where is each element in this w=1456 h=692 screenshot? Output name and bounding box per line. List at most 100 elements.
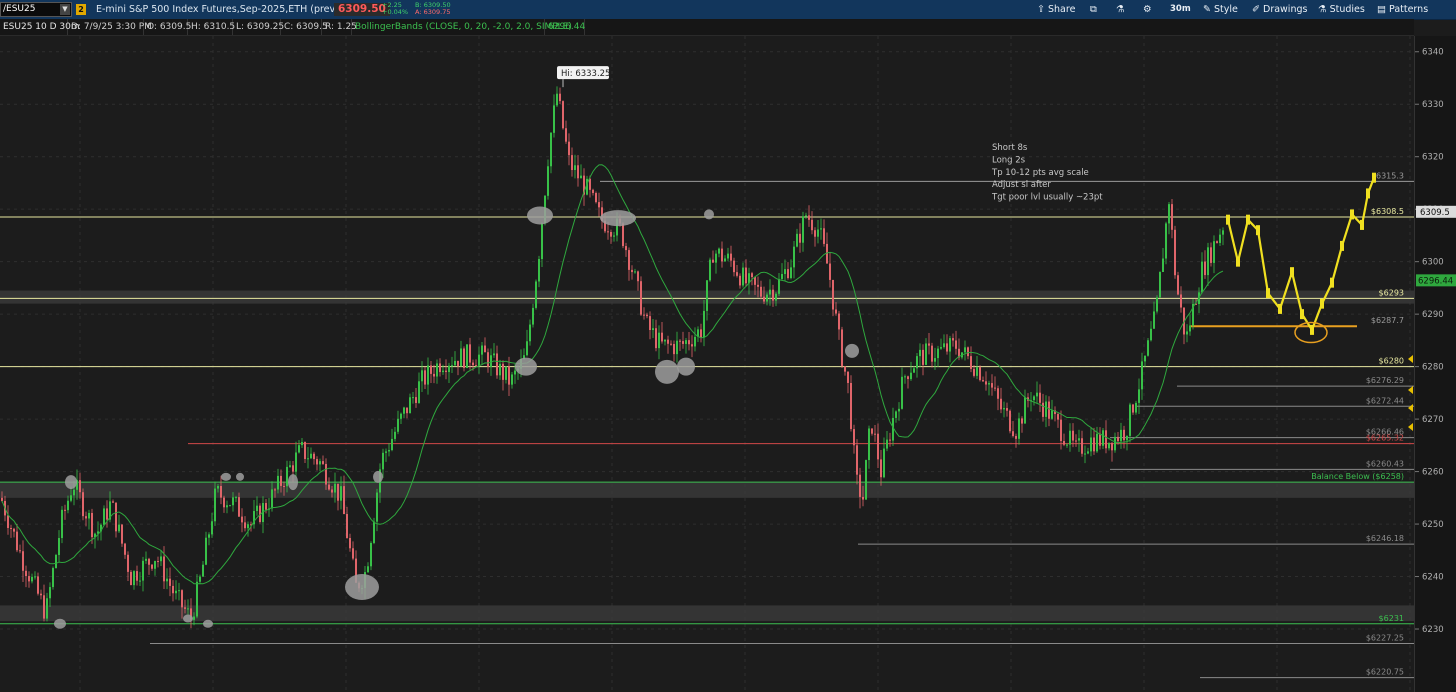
axis-tick-label: 6230 xyxy=(1422,625,1444,635)
candle-body xyxy=(1024,397,1026,424)
patterns-button[interactable]: ▤ Patterns xyxy=(1377,0,1428,19)
candle-body xyxy=(448,365,450,373)
candle-body xyxy=(796,233,798,247)
candle-body xyxy=(415,397,417,403)
candle-body xyxy=(1204,261,1206,276)
timeframe-button[interactable]: 30m xyxy=(1170,0,1191,19)
candle-body xyxy=(181,590,183,608)
candle-body xyxy=(7,515,9,528)
candle-body xyxy=(490,355,492,367)
candle-body xyxy=(760,286,762,297)
candle-body xyxy=(1039,392,1041,403)
link-group-badge[interactable]: 2 xyxy=(76,4,86,15)
high-label: Hi: 6333.25 xyxy=(561,69,610,79)
annotation-line: Long 2s xyxy=(992,155,1026,165)
candle-body xyxy=(244,522,246,529)
candle-body xyxy=(535,281,537,308)
candle-body xyxy=(577,165,579,179)
candle-body xyxy=(622,223,624,247)
chevron-down-icon[interactable]: ▼ xyxy=(60,4,70,15)
bar-close: C: 6309.5 xyxy=(281,19,328,35)
settings-button[interactable]: ⚙ xyxy=(1143,0,1152,19)
candle-body xyxy=(334,483,336,493)
symbol-selector[interactable]: /ESU25 ▼ xyxy=(0,2,72,17)
candle-body xyxy=(886,439,888,449)
price-axis[interactable]: 6340633063206310630062906280627062606250… xyxy=(1414,36,1456,692)
candle-body xyxy=(595,192,597,203)
candle-body xyxy=(130,571,132,586)
candle-body xyxy=(868,428,870,461)
candle-body xyxy=(325,463,327,485)
bar-high: H: 6310.5 xyxy=(188,19,235,35)
candle-body xyxy=(1000,398,1002,410)
candle-body xyxy=(217,486,219,489)
candle-body xyxy=(166,578,168,582)
candle-body xyxy=(1,497,3,501)
price-axis-badges: 6309.5 6296.44 xyxy=(1416,205,1456,287)
bar-low: L: 6309.25 xyxy=(233,19,284,35)
candle-body xyxy=(1153,311,1155,329)
candle-body xyxy=(865,460,867,500)
candle-body xyxy=(439,363,441,373)
candle-body xyxy=(43,595,45,619)
candle-body xyxy=(538,259,540,282)
studies-button[interactable]: ⚗ Studies xyxy=(1318,0,1365,19)
drawings-button[interactable]: ✐ Drawings xyxy=(1252,0,1307,19)
grey-volume-marker xyxy=(236,472,244,481)
candle-body xyxy=(802,216,804,243)
candle-body xyxy=(1060,419,1062,442)
candle-body xyxy=(172,585,174,594)
candle-body xyxy=(55,554,57,569)
projection-bar xyxy=(1320,298,1324,309)
candle-body xyxy=(286,466,288,487)
projection-path xyxy=(1226,177,1376,333)
grey-volume-marker xyxy=(221,472,231,481)
detach-button[interactable]: ⧉ xyxy=(1090,0,1097,19)
candle-body xyxy=(511,374,513,385)
candle-body xyxy=(709,259,711,281)
candle-body xyxy=(187,608,189,610)
grey-volume-marker xyxy=(655,359,679,384)
candle-body xyxy=(505,366,507,380)
candle-body xyxy=(574,165,576,171)
candle-body xyxy=(739,275,741,286)
style-button[interactable]: ✎ Style xyxy=(1203,0,1238,19)
candle-body xyxy=(1033,396,1035,401)
grey-volume-marker xyxy=(54,618,66,629)
candle-body xyxy=(241,516,243,523)
candle-body xyxy=(478,354,480,366)
candle-body xyxy=(541,223,543,260)
projection-bar xyxy=(1246,214,1250,225)
candle-body xyxy=(688,340,690,345)
candle-body xyxy=(370,542,372,567)
candle-body xyxy=(529,324,531,342)
window-icon: ⧉ xyxy=(1090,4,1097,15)
price-level-label: 6315.3 xyxy=(1376,171,1404,180)
candle-body xyxy=(313,453,315,460)
candle-body xyxy=(877,433,879,460)
candle-body xyxy=(853,429,855,446)
candle-body xyxy=(1012,431,1014,436)
period-label[interactable]: ESU25 10 D 30m xyxy=(0,19,80,35)
chart-zones xyxy=(0,290,1414,622)
candle-body xyxy=(859,474,861,497)
pct-change-value: +0.04% xyxy=(382,8,409,16)
candle-body xyxy=(976,367,978,376)
flask-button[interactable]: ⚗ xyxy=(1116,0,1125,19)
candle-body xyxy=(589,178,591,190)
top-toolbar: /ESU25 ▼ 2 E-mini S&P 500 Index Futures,S… xyxy=(0,0,1456,20)
candle-body xyxy=(508,366,510,385)
candle-body xyxy=(391,438,393,451)
candle-body xyxy=(73,489,75,496)
candle-body xyxy=(442,370,444,373)
share-button[interactable]: ⇪ Share xyxy=(1037,0,1075,19)
study-label[interactable]: BollingerBands (CLOSE, 0, 20, -2.0, 2.0,… xyxy=(352,19,572,35)
candle-body xyxy=(955,340,957,349)
candle-body xyxy=(445,370,447,373)
candle-body xyxy=(1087,451,1089,454)
candle-body xyxy=(331,489,333,493)
candle-body xyxy=(271,489,273,509)
price-chart[interactable]: Hi: 6333.25 6315.3 $6308.5 $6293 $6287.7 $62… xyxy=(0,36,1414,692)
candle-body xyxy=(136,571,138,581)
axis-tick-label: 6250 xyxy=(1422,520,1444,530)
